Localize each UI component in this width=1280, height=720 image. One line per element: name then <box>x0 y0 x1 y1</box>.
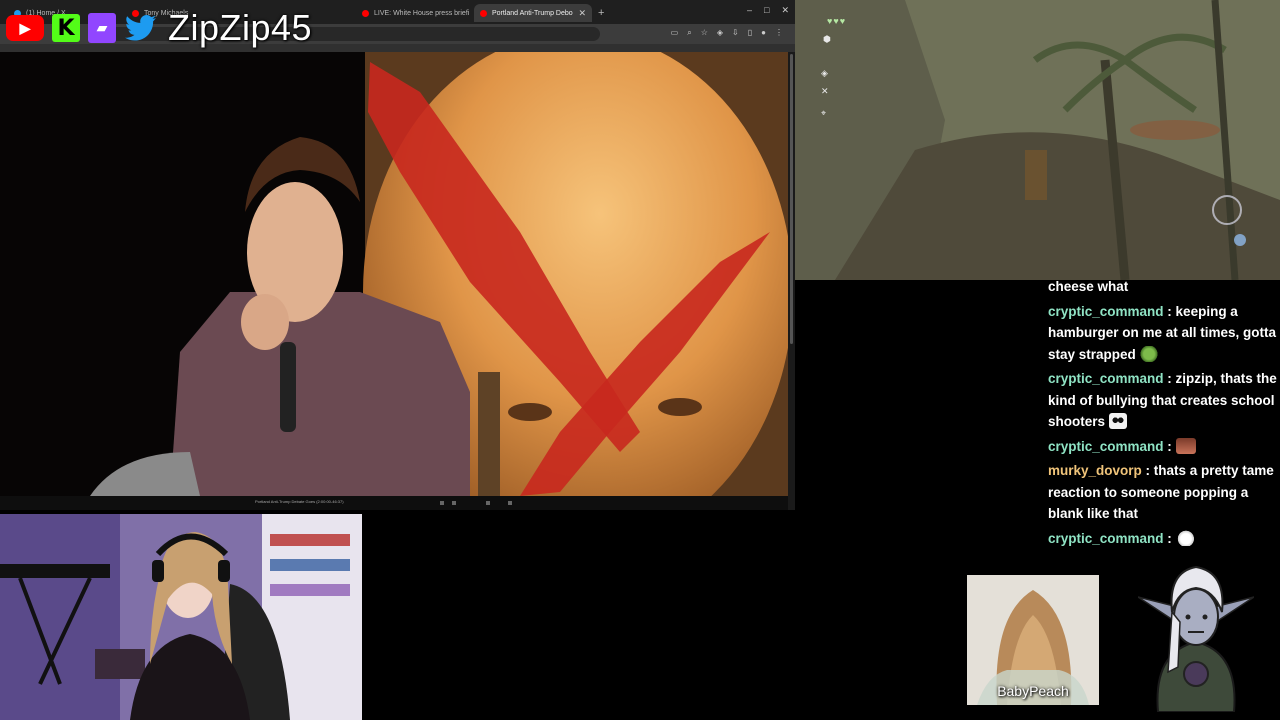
eye-right <box>658 398 702 416</box>
panda-emote-icon <box>1108 413 1127 429</box>
streamer-username: ZipZip45 <box>168 7 313 48</box>
twitch-icon: ▰ <box>88 13 116 43</box>
twitter-bird-icon <box>125 15 156 41</box>
settings-button[interactable] <box>486 501 490 505</box>
umbrella <box>1130 120 1220 140</box>
webcam-scene <box>0 514 362 720</box>
chat-separator: : <box>1163 303 1176 319</box>
elf-eye-right <box>1202 614 1208 620</box>
sidebar-icon[interactable]: ▯ <box>748 28 752 38</box>
elf-eye-left <box>1185 614 1191 620</box>
video-controls-bar: Portland Anti-Trump Debate Goes (2:00:00… <box>0 496 788 510</box>
chair-back <box>478 372 500 496</box>
play-button[interactable] <box>440 501 444 505</box>
extensions-icon[interactable]: ◈ <box>717 28 723 38</box>
microphone <box>280 342 296 432</box>
headphone-cup <box>152 560 164 582</box>
chat-separator: : <box>1141 463 1154 478</box>
game-feed: ⬢ ◈ ✕ ⌖ <box>795 0 1280 280</box>
chat-message: murky_dovorp : thats a pretty tame react… <box>1048 460 1280 525</box>
youtube-icon: ▶ <box>6 15 44 41</box>
fullscreen-button[interactable] <box>508 501 512 505</box>
purple-lit-wall <box>0 514 120 720</box>
hud-icon-bottom: ⌖ <box>821 108 827 118</box>
chat-message: cryptic_command : <box>1048 436 1280 458</box>
keyboard-piano <box>0 564 110 578</box>
guest-name-label: BabyPeach <box>997 683 1069 699</box>
shelf-items <box>270 534 350 546</box>
video-player[interactable] <box>0 52 788 496</box>
browser-window: (1) Home / X Tony Michaels LIVE: White H… <box>0 0 795 510</box>
chat-message: cryptic_command : <box>1048 528 1280 550</box>
youtube-favicon-icon <box>362 9 369 17</box>
player-character <box>1025 150 1047 200</box>
tab-label: Portland Anti-Trump Debo <box>492 9 573 17</box>
man-hand <box>241 294 289 350</box>
elf-face <box>1173 588 1219 646</box>
chat-message: cryptic_command : keeping a hamburger on… <box>1048 301 1280 366</box>
headphone-cup-right <box>218 560 230 582</box>
hud-icon-top: ⬢ <box>823 34 831 44</box>
tab-portland-debate[interactable]: Portland Anti-Trump Debo ✕ <box>474 4 592 22</box>
chat-separator: : <box>1163 371 1176 386</box>
shelf-items-2 <box>270 559 350 571</box>
close-tab-icon[interactable]: ✕ <box>574 8 586 19</box>
chat-username: murky_dovorp <box>1048 463 1142 478</box>
downloads-icon[interactable]: ⇩ <box>732 28 739 38</box>
hud-icon-mid: ◈ <box>821 68 828 78</box>
eye-left <box>508 403 552 421</box>
zoom-icon[interactable]: ⌕ <box>687 28 691 38</box>
cast-icon[interactable]: ▭ <box>671 28 679 38</box>
social-overlay: ▶ K ▰ ZipZip45 <box>6 7 313 48</box>
hand-emote-icon <box>1175 529 1194 546</box>
chat-message: cryptic_command : zipzip, thats the kind… <box>1048 368 1280 433</box>
elf-hair-strand <box>1167 610 1181 674</box>
chat-username: cryptic_command <box>1048 303 1164 319</box>
volume-button[interactable] <box>452 501 456 505</box>
plaid-shirt <box>170 292 470 496</box>
scrollbar-thumb[interactable] <box>790 54 793 344</box>
new-tab-button[interactable]: + <box>592 4 610 22</box>
game-scene <box>795 0 1280 280</box>
chat-text: cheese what <box>1048 279 1129 294</box>
youtube-favicon-icon <box>480 9 487 17</box>
frog-emote-icon <box>1139 345 1158 362</box>
chat-username: cryptic_command <box>1048 371 1164 386</box>
chat-separator: : <box>1163 438 1176 454</box>
streamer-webcam <box>0 514 362 720</box>
face-emote-icon <box>1175 437 1196 454</box>
chat-username: cryptic_command <box>1048 530 1164 546</box>
page-scrollbar[interactable] <box>788 52 795 510</box>
elf-avatar <box>1137 562 1255 713</box>
minimize-button[interactable]: – <box>747 5 752 16</box>
video-title: Portland Anti-Trump Debate Goes (2:00:00… <box>255 499 344 504</box>
window-controls: – □ ✕ <box>747 5 789 16</box>
close-window-button[interactable]: ✕ <box>781 5 789 16</box>
hud-marker <box>1234 234 1246 246</box>
tab-label: LIVE: White House press briefi <box>374 9 470 17</box>
hud-icon-sword: ✕ <box>821 86 829 96</box>
hud-hearts-icon: ♥♥♥ <box>827 16 847 26</box>
chat-username: cryptic_command <box>1048 438 1164 454</box>
guest-cam-babypeach: BabyPeach <box>967 575 1099 705</box>
video-frame <box>0 52 788 496</box>
chat-separator: : <box>1163 530 1176 546</box>
toolbar-icons: ▭ ⌕ ☆ ◈ ⇩ ▯ ● ⋮ <box>671 28 783 38</box>
menu-icon[interactable]: ⋮ <box>775 28 783 38</box>
ottoman <box>95 649 145 679</box>
shelf-items-3 <box>270 584 350 596</box>
maximize-button[interactable]: □ <box>764 5 769 16</box>
chat-overlay: cheese what cryptic_command : keeping a … <box>1048 276 1280 552</box>
panther-pet <box>1183 661 1209 687</box>
elf-avatar-illustration <box>1137 565 1255 713</box>
twitter-icon <box>124 13 158 43</box>
kick-icon: K <box>52 14 80 42</box>
chat-message: cheese what <box>1048 276 1280 298</box>
bookmark-star-icon[interactable]: ☆ <box>701 28 708 38</box>
tab-white-house-briefing[interactable]: LIVE: White House press briefi ✕ <box>356 4 474 22</box>
profile-icon[interactable]: ● <box>761 28 766 38</box>
